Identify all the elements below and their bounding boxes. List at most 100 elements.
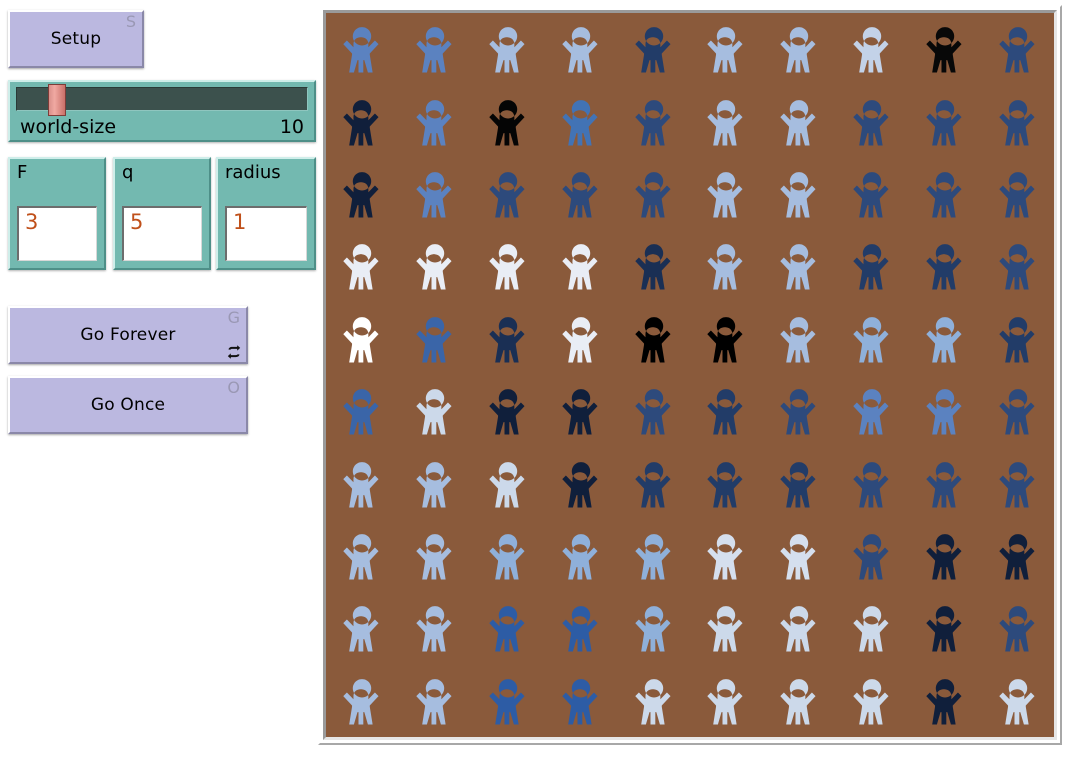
input-q[interactable]: q 5 <box>113 157 211 270</box>
patch[interactable] <box>763 13 836 85</box>
patch[interactable] <box>617 158 690 230</box>
patch[interactable] <box>399 158 472 230</box>
world-view[interactable] <box>318 5 1062 745</box>
patch[interactable] <box>981 447 1054 519</box>
patch[interactable] <box>326 303 399 375</box>
patch[interactable] <box>836 230 909 302</box>
patch[interactable] <box>908 520 981 592</box>
input-radius-field[interactable]: 1 <box>225 206 307 261</box>
patch[interactable] <box>690 13 763 85</box>
patch[interactable] <box>690 665 763 737</box>
patch[interactable] <box>326 230 399 302</box>
patch[interactable] <box>544 665 617 737</box>
patch[interactable] <box>763 303 836 375</box>
patch[interactable] <box>326 592 399 664</box>
patch[interactable] <box>690 520 763 592</box>
patch[interactable] <box>981 592 1054 664</box>
input-q-field[interactable]: 5 <box>122 206 202 261</box>
patch[interactable] <box>690 592 763 664</box>
patch[interactable] <box>399 375 472 447</box>
patch[interactable] <box>908 230 981 302</box>
patch[interactable] <box>326 665 399 737</box>
patch[interactable] <box>981 375 1054 447</box>
patch[interactable] <box>836 447 909 519</box>
world-view-canvas[interactable] <box>323 10 1057 740</box>
input-F-field[interactable]: 3 <box>17 206 97 261</box>
input-radius[interactable]: radius 1 <box>216 157 316 270</box>
patch[interactable] <box>544 303 617 375</box>
patch[interactable] <box>472 230 545 302</box>
patch[interactable] <box>326 85 399 157</box>
patch[interactable] <box>544 520 617 592</box>
slider-track[interactable] <box>16 84 308 116</box>
patch[interactable] <box>908 592 981 664</box>
patch[interactable] <box>836 158 909 230</box>
patch[interactable] <box>617 230 690 302</box>
patch[interactable] <box>472 303 545 375</box>
patch[interactable] <box>690 447 763 519</box>
patch[interactable] <box>836 592 909 664</box>
patch[interactable] <box>326 447 399 519</box>
patch[interactable] <box>981 13 1054 85</box>
patch[interactable] <box>617 303 690 375</box>
patch[interactable] <box>690 303 763 375</box>
patch[interactable] <box>690 85 763 157</box>
patch[interactable] <box>836 665 909 737</box>
patch[interactable] <box>617 13 690 85</box>
patch[interactable] <box>472 13 545 85</box>
patch[interactable] <box>544 85 617 157</box>
patch[interactable] <box>472 592 545 664</box>
patch[interactable] <box>981 230 1054 302</box>
patch[interactable] <box>472 85 545 157</box>
setup-button[interactable]: S Setup <box>8 10 144 68</box>
patch[interactable] <box>763 520 836 592</box>
patch[interactable] <box>326 158 399 230</box>
patch[interactable] <box>908 85 981 157</box>
patch[interactable] <box>836 303 909 375</box>
patch[interactable] <box>617 375 690 447</box>
patch[interactable] <box>617 520 690 592</box>
patch[interactable] <box>763 592 836 664</box>
patch[interactable] <box>617 665 690 737</box>
patch[interactable] <box>399 592 472 664</box>
input-F[interactable]: F 3 <box>8 157 106 270</box>
patch[interactable] <box>544 375 617 447</box>
patch[interactable] <box>763 665 836 737</box>
patch[interactable] <box>472 665 545 737</box>
patch[interactable] <box>399 230 472 302</box>
patch[interactable] <box>908 13 981 85</box>
patch[interactable] <box>981 303 1054 375</box>
patch[interactable] <box>836 520 909 592</box>
patch[interactable] <box>908 665 981 737</box>
patch[interactable] <box>399 520 472 592</box>
patch[interactable] <box>981 665 1054 737</box>
patch[interactable] <box>472 375 545 447</box>
patch[interactable] <box>908 158 981 230</box>
patch[interactable] <box>544 13 617 85</box>
patch[interactable] <box>399 303 472 375</box>
world-size-slider[interactable]: world-size 10 <box>8 80 316 142</box>
patch[interactable] <box>981 158 1054 230</box>
patch[interactable] <box>908 375 981 447</box>
patch[interactable] <box>544 158 617 230</box>
patch[interactable] <box>690 230 763 302</box>
patch[interactable] <box>763 85 836 157</box>
patch[interactable] <box>836 85 909 157</box>
patch[interactable] <box>981 85 1054 157</box>
patch[interactable] <box>763 230 836 302</box>
patch[interactable] <box>617 447 690 519</box>
patch[interactable] <box>326 375 399 447</box>
patch[interactable] <box>908 303 981 375</box>
patch[interactable] <box>981 520 1054 592</box>
patch[interactable] <box>544 447 617 519</box>
patch[interactable] <box>763 375 836 447</box>
slider-thumb[interactable] <box>48 84 67 116</box>
go-once-button[interactable]: O Go Once <box>8 376 248 434</box>
patch[interactable] <box>836 375 909 447</box>
patch[interactable] <box>763 158 836 230</box>
patch[interactable] <box>326 520 399 592</box>
patch[interactable] <box>617 592 690 664</box>
patch[interactable] <box>472 520 545 592</box>
patch[interactable] <box>399 13 472 85</box>
patch[interactable] <box>690 375 763 447</box>
